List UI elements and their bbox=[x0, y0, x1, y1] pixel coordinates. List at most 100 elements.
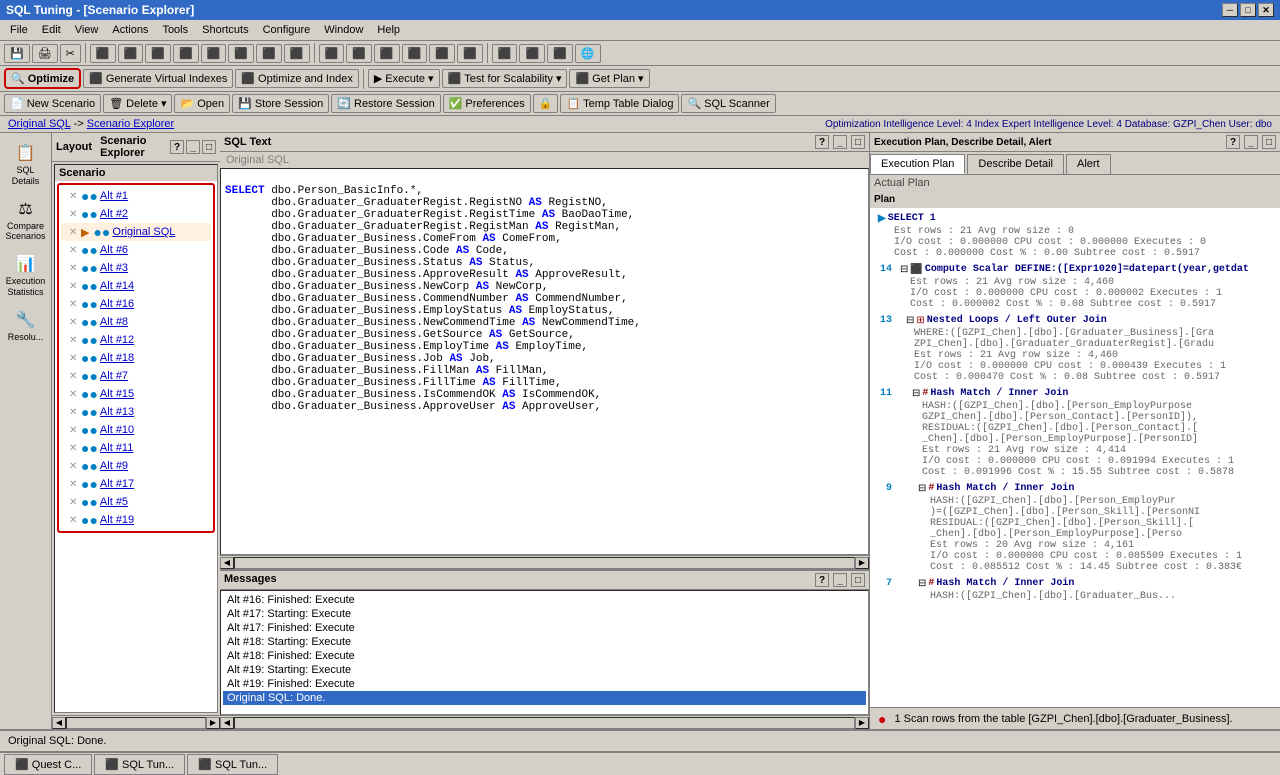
tree-item-close-icon[interactable]: ✕ bbox=[69, 389, 79, 400]
optimize-button[interactable]: 🔍 Optimize bbox=[4, 68, 81, 89]
scroll-right-arrow[interactable]: ▶ bbox=[206, 717, 220, 729]
lock-button[interactable]: 🔒 bbox=[533, 94, 559, 113]
tree-item-alt3-label[interactable]: Alt #3 bbox=[100, 262, 128, 274]
tree-item-close-icon[interactable]: ✕ bbox=[69, 443, 79, 454]
tb-btn-19[interactable]: ⬛ bbox=[519, 44, 545, 63]
tree-item-alt8[interactable]: ✕ ●● Alt #8 bbox=[61, 313, 211, 331]
tab-alert[interactable]: Alert bbox=[1066, 154, 1111, 174]
tree-item-alt15-label[interactable]: Alt #15 bbox=[100, 388, 134, 400]
tab-execution-plan[interactable]: Execution Plan bbox=[870, 154, 965, 174]
tb-btn-14[interactable]: ⬛ bbox=[374, 44, 400, 63]
tb-btn-15[interactable]: ⬛ bbox=[402, 44, 428, 63]
msg-minimize-button[interactable]: _ bbox=[833, 573, 847, 587]
tab-describe-detail[interactable]: Describe Detail bbox=[967, 154, 1064, 174]
tree-item-alt17[interactable]: ✕ ●● Alt #17 bbox=[61, 475, 211, 493]
tree-item-close-icon[interactable]: ✕ bbox=[69, 497, 79, 508]
store-session-button[interactable]: 💾 Store Session bbox=[232, 94, 329, 113]
sidebar-item-compare[interactable]: ⚖ CompareScenarios bbox=[3, 193, 49, 247]
msg-item-3[interactable]: Alt #17: Finished: Execute bbox=[223, 621, 866, 635]
delete-button[interactable]: 🗑 Delete ▾ bbox=[103, 94, 172, 113]
sidebar-item-resolution[interactable]: 🔧 Resolu... bbox=[3, 304, 49, 347]
msg-maximize-button[interactable]: □ bbox=[851, 573, 865, 587]
tree-item-alt6[interactable]: ✕ ●● Alt #6 bbox=[61, 241, 211, 259]
msg-item-5[interactable]: Alt #18: Finished: Execute bbox=[223, 649, 866, 663]
tree-item-alt19[interactable]: ✕ ●● Alt #19 bbox=[61, 511, 211, 529]
sql-scanner-button[interactable]: 🔍 SQL Scanner bbox=[681, 94, 775, 113]
right-help-button[interactable]: ? bbox=[1226, 135, 1240, 149]
sql-scroll-track[interactable] bbox=[234, 557, 855, 569]
tree-item-alt1-label[interactable]: Alt #1 bbox=[100, 190, 128, 202]
tree-item-alt13[interactable]: ✕ ●● Alt #13 bbox=[61, 403, 211, 421]
taskbar-tab-sqltun2[interactable]: ⬛ SQL Tun... bbox=[187, 754, 278, 775]
tree-item-alt18[interactable]: ✕ ●● Alt #18 bbox=[61, 349, 211, 367]
tree-item-close-icon[interactable]: ✕ bbox=[69, 371, 79, 382]
tree-item-alt5[interactable]: ✕ ●● Alt #5 bbox=[61, 493, 211, 511]
right-maximize-button[interactable]: □ bbox=[1262, 135, 1276, 149]
tree-item-close-icon[interactable]: ✕ bbox=[69, 209, 79, 220]
tree-item-alt12[interactable]: ✕ ●● Alt #12 bbox=[61, 331, 211, 349]
tree-item-alt19-label[interactable]: Alt #19 bbox=[100, 514, 134, 526]
tree-item-alt14-label[interactable]: Alt #14 bbox=[100, 280, 134, 292]
tb-btn-16[interactable]: ⬛ bbox=[429, 44, 455, 63]
tb-btn-17[interactable]: ⬛ bbox=[457, 44, 483, 63]
close-button[interactable]: ✕ bbox=[1258, 3, 1274, 17]
panel-maximize-button[interactable]: □ bbox=[202, 140, 216, 154]
tree-item-close-icon[interactable]: ✕ bbox=[69, 515, 79, 526]
menu-edit[interactable]: Edit bbox=[36, 22, 67, 38]
panel-minimize-button[interactable]: _ bbox=[186, 140, 200, 154]
tree-item-alt6-label[interactable]: Alt #6 bbox=[100, 244, 128, 256]
tree-item-alt10[interactable]: ✕ ●● Alt #10 bbox=[61, 421, 211, 439]
tree-item-alt11[interactable]: ✕ ●● Alt #11 bbox=[61, 439, 211, 457]
tree-item-alt15[interactable]: ✕ ●● Alt #15 bbox=[61, 385, 211, 403]
sql-maximize-button[interactable]: □ bbox=[851, 135, 865, 149]
msg-item-2[interactable]: Alt #17: Starting: Execute bbox=[223, 607, 866, 621]
menu-view[interactable]: View bbox=[69, 22, 105, 38]
tb-btn-2[interactable]: 🖨 bbox=[32, 44, 58, 63]
menu-tools[interactable]: Tools bbox=[156, 22, 194, 38]
msg-item-6[interactable]: Alt #19: Starting: Execute bbox=[223, 663, 866, 677]
tree-item-close-icon[interactable]: ✕ bbox=[69, 227, 79, 238]
menu-shortcuts[interactable]: Shortcuts bbox=[196, 22, 254, 38]
execute-button[interactable]: ▶ Execute ▾ bbox=[368, 69, 440, 88]
tree-item-alt3[interactable]: ✕ ●● Alt #3 bbox=[61, 259, 211, 277]
tree-item-original-label[interactable]: Original SQL bbox=[112, 226, 175, 238]
panel-help-button[interactable]: ? bbox=[170, 140, 184, 154]
msg-item-8[interactable]: Original SQL: Done. bbox=[223, 691, 866, 705]
open-button[interactable]: 📂 Open bbox=[174, 94, 230, 113]
tb-btn-3[interactable]: ✂ bbox=[60, 44, 81, 63]
msg-scroll-track[interactable] bbox=[234, 717, 855, 729]
get-plan-button[interactable]: ⬛ Get Plan ▾ bbox=[569, 69, 649, 88]
sql-minimize-button[interactable]: _ bbox=[833, 135, 847, 149]
tree-item-close-icon[interactable]: ✕ bbox=[69, 317, 79, 328]
msg-item-7[interactable]: Alt #19: Finished: Execute bbox=[223, 677, 866, 691]
tb-btn-6[interactable]: ⬛ bbox=[145, 44, 171, 63]
tree-item-alt14[interactable]: ✕ ●● Alt #14 bbox=[61, 277, 211, 295]
tb-btn-4[interactable]: ⬛ bbox=[90, 44, 116, 63]
scroll-track[interactable] bbox=[66, 717, 206, 729]
tree-item-alt16[interactable]: ✕ ●● Alt #16 bbox=[61, 295, 211, 313]
test-scalability-button[interactable]: ⬛ Test for Scalability ▾ bbox=[442, 69, 568, 88]
tree-item-close-icon[interactable]: ✕ bbox=[69, 281, 79, 292]
sql-scroll-left[interactable]: ◀ bbox=[220, 557, 234, 569]
tree-item-close-icon[interactable]: ✕ bbox=[69, 407, 79, 418]
tree-item-close-icon[interactable]: ✕ bbox=[69, 191, 79, 202]
tree-item-alt1[interactable]: ✕ ●● Alt #1 bbox=[61, 187, 211, 205]
tb-btn-1[interactable]: 💾 bbox=[4, 44, 30, 63]
tree-item-alt11-label[interactable]: Alt #11 bbox=[100, 442, 133, 454]
delete-dropdown-icon[interactable]: ▾ bbox=[161, 97, 167, 110]
tree-item-close-icon[interactable]: ✕ bbox=[69, 263, 79, 274]
breadcrumb-link1[interactable]: Original SQL bbox=[8, 118, 71, 130]
scenario-horiz-scroll[interactable]: ◀ ▶ bbox=[52, 715, 220, 729]
tree-item-close-icon[interactable]: ✕ bbox=[69, 461, 79, 472]
tree-item-close-icon[interactable]: ✕ bbox=[69, 299, 79, 310]
menu-actions[interactable]: Actions bbox=[106, 22, 154, 38]
generate-virtual-button[interactable]: ⬛ Generate Virtual Indexes bbox=[83, 69, 233, 88]
msg-horiz-scroll[interactable]: ◀ ▶ bbox=[220, 715, 869, 729]
tb-btn-20[interactable]: ⬛ bbox=[547, 44, 573, 63]
sql-content-area[interactable]: SELECT dbo.Person_BasicInfo.*, dbo.Gradu… bbox=[220, 168, 869, 555]
tree-item-alt13-label[interactable]: Alt #13 bbox=[100, 406, 134, 418]
breadcrumb-link2[interactable]: Scenario Explorer bbox=[87, 118, 174, 130]
tb-btn-7[interactable]: ⬛ bbox=[173, 44, 199, 63]
tb-btn-9[interactable]: ⬛ bbox=[228, 44, 254, 63]
tree-item-alt16-label[interactable]: Alt #16 bbox=[100, 298, 134, 310]
